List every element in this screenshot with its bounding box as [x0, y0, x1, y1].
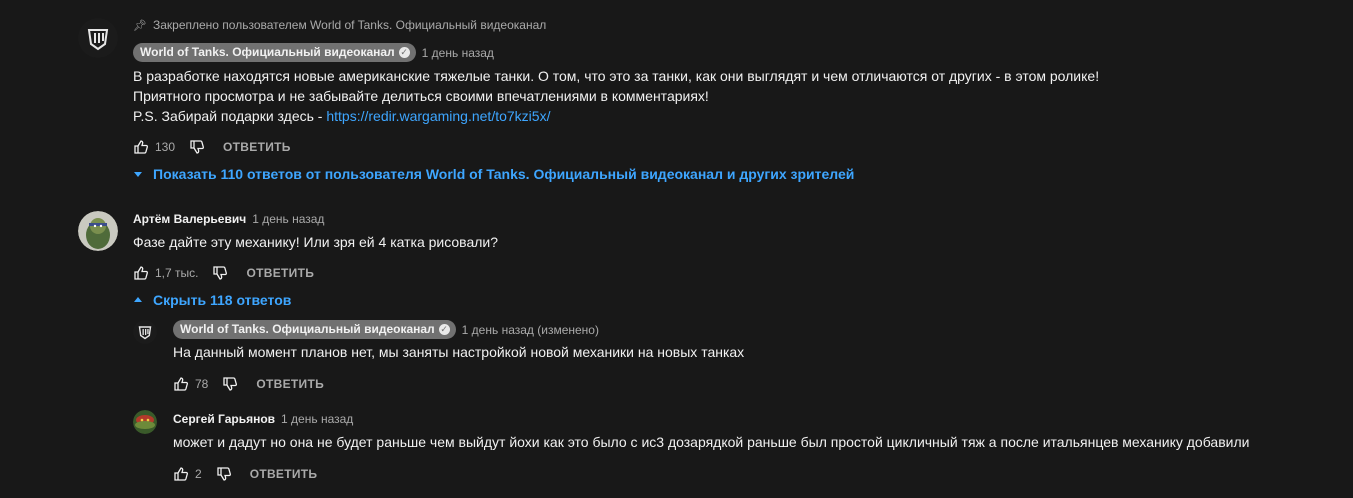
- pinned-text: Закреплено пользователем World of Tanks.…: [152, 18, 547, 32]
- caret-down-icon: [134, 172, 142, 177]
- user-avatar[interactable]: [78, 211, 118, 251]
- verified-check-icon: ✓: [398, 47, 410, 58]
- thumb-up-icon[interactable]: [133, 139, 149, 155]
- comment-line: P.S. Забирай подарки здесь - https://red…: [133, 106, 1313, 126]
- author-name: World of Tanks. Официальный видеоканал: [140, 45, 395, 59]
- pin-icon: 📌︎: [133, 19, 147, 32]
- thumb-down-icon[interactable]: [189, 139, 205, 155]
- thumb-down-icon[interactable]: [222, 376, 238, 392]
- author-name: World of Tanks. Официальный видеоканал: [180, 322, 435, 336]
- reply-button[interactable]: ОТВЕТИТЬ: [256, 377, 324, 391]
- like-count: 1,7 тыс.: [155, 266, 199, 280]
- pinned-label: 📌︎ Закреплено пользователем World of Tan…: [133, 18, 546, 32]
- reply-button[interactable]: ОТВЕТИТЬ: [223, 140, 291, 154]
- verified-check-icon: ✓: [438, 324, 450, 335]
- thumb-up-icon[interactable]: [173, 376, 189, 392]
- like-count: 130: [155, 140, 176, 154]
- comment-body: В разработке находятся новые американски…: [133, 66, 1313, 126]
- thumb-up-icon[interactable]: [133, 265, 149, 281]
- comment-header: Артём Валерьевич 1 день назад: [133, 212, 324, 226]
- comment-header: World of Tanks. Официальный видеоканал ✓…: [133, 43, 494, 62]
- channel-avatar[interactable]: [78, 18, 118, 58]
- reply-time[interactable]: 1 день назад: [281, 412, 353, 426]
- reply-actions: 2 ОТВЕТИТЬ: [173, 465, 317, 483]
- channel-avatar[interactable]: [133, 320, 157, 344]
- reply-body: На данный момент планов нет, мы заняты н…: [173, 344, 745, 360]
- thumb-down-icon[interactable]: [216, 466, 232, 482]
- hide-replies-button[interactable]: Скрыть 118 ответов: [133, 292, 291, 308]
- ps-text: P.S. Забирай подарки здесь -: [133, 108, 327, 124]
- comment-actions: 130 ОТВЕТИТЬ: [133, 138, 291, 156]
- show-replies-label: Показать 110 ответов от пользователя Wor…: [153, 166, 855, 182]
- reply-actions: 78 ОТВЕТИТЬ: [173, 375, 324, 393]
- hide-replies-label: Скрыть 118 ответов: [153, 292, 292, 308]
- author-name[interactable]: Артём Валерьевич: [133, 212, 246, 226]
- comment-line: Приятного просмотра и не забывайте делит…: [133, 88, 709, 104]
- reply-time[interactable]: 1 день назад (изменено): [462, 323, 599, 337]
- reply-header: Сергей Гарьянов 1 день назад: [173, 412, 353, 426]
- comment-time[interactable]: 1 день назад: [252, 212, 324, 226]
- like-count: 78: [195, 377, 209, 391]
- gift-link[interactable]: https://redir.wargaming.net/to7kzi5x/: [326, 108, 550, 124]
- author-name[interactable]: Сергей Гарьянов: [173, 412, 275, 426]
- caret-up-icon: [134, 297, 142, 302]
- comment-time[interactable]: 1 день назад: [422, 46, 494, 60]
- channel-author-chip[interactable]: World of Tanks. Официальный видеоканал ✓: [133, 43, 416, 62]
- thumb-up-icon[interactable]: [173, 466, 189, 482]
- like-count: 2: [195, 467, 202, 481]
- reply-button[interactable]: ОТВЕТИТЬ: [250, 467, 318, 481]
- comment-actions: 1,7 тыс. ОТВЕТИТЬ: [133, 264, 314, 282]
- comment-line: В разработке находятся новые американски…: [133, 68, 1100, 84]
- channel-author-chip[interactable]: World of Tanks. Официальный видеоканал ✓: [173, 320, 456, 339]
- reply-body: может и дадут но она не будет раньше чем…: [173, 434, 1250, 450]
- thumb-down-icon[interactable]: [212, 265, 228, 281]
- comment-body: Фазе дайте эту механику! Или зря ей 4 ка…: [133, 234, 499, 250]
- user-avatar[interactable]: [133, 410, 157, 434]
- reply-header: World of Tanks. Официальный видеоканал ✓…: [173, 320, 599, 339]
- show-replies-button[interactable]: Показать 110 ответов от пользователя Wor…: [133, 166, 854, 182]
- reply-button[interactable]: ОТВЕТИТЬ: [246, 266, 314, 280]
